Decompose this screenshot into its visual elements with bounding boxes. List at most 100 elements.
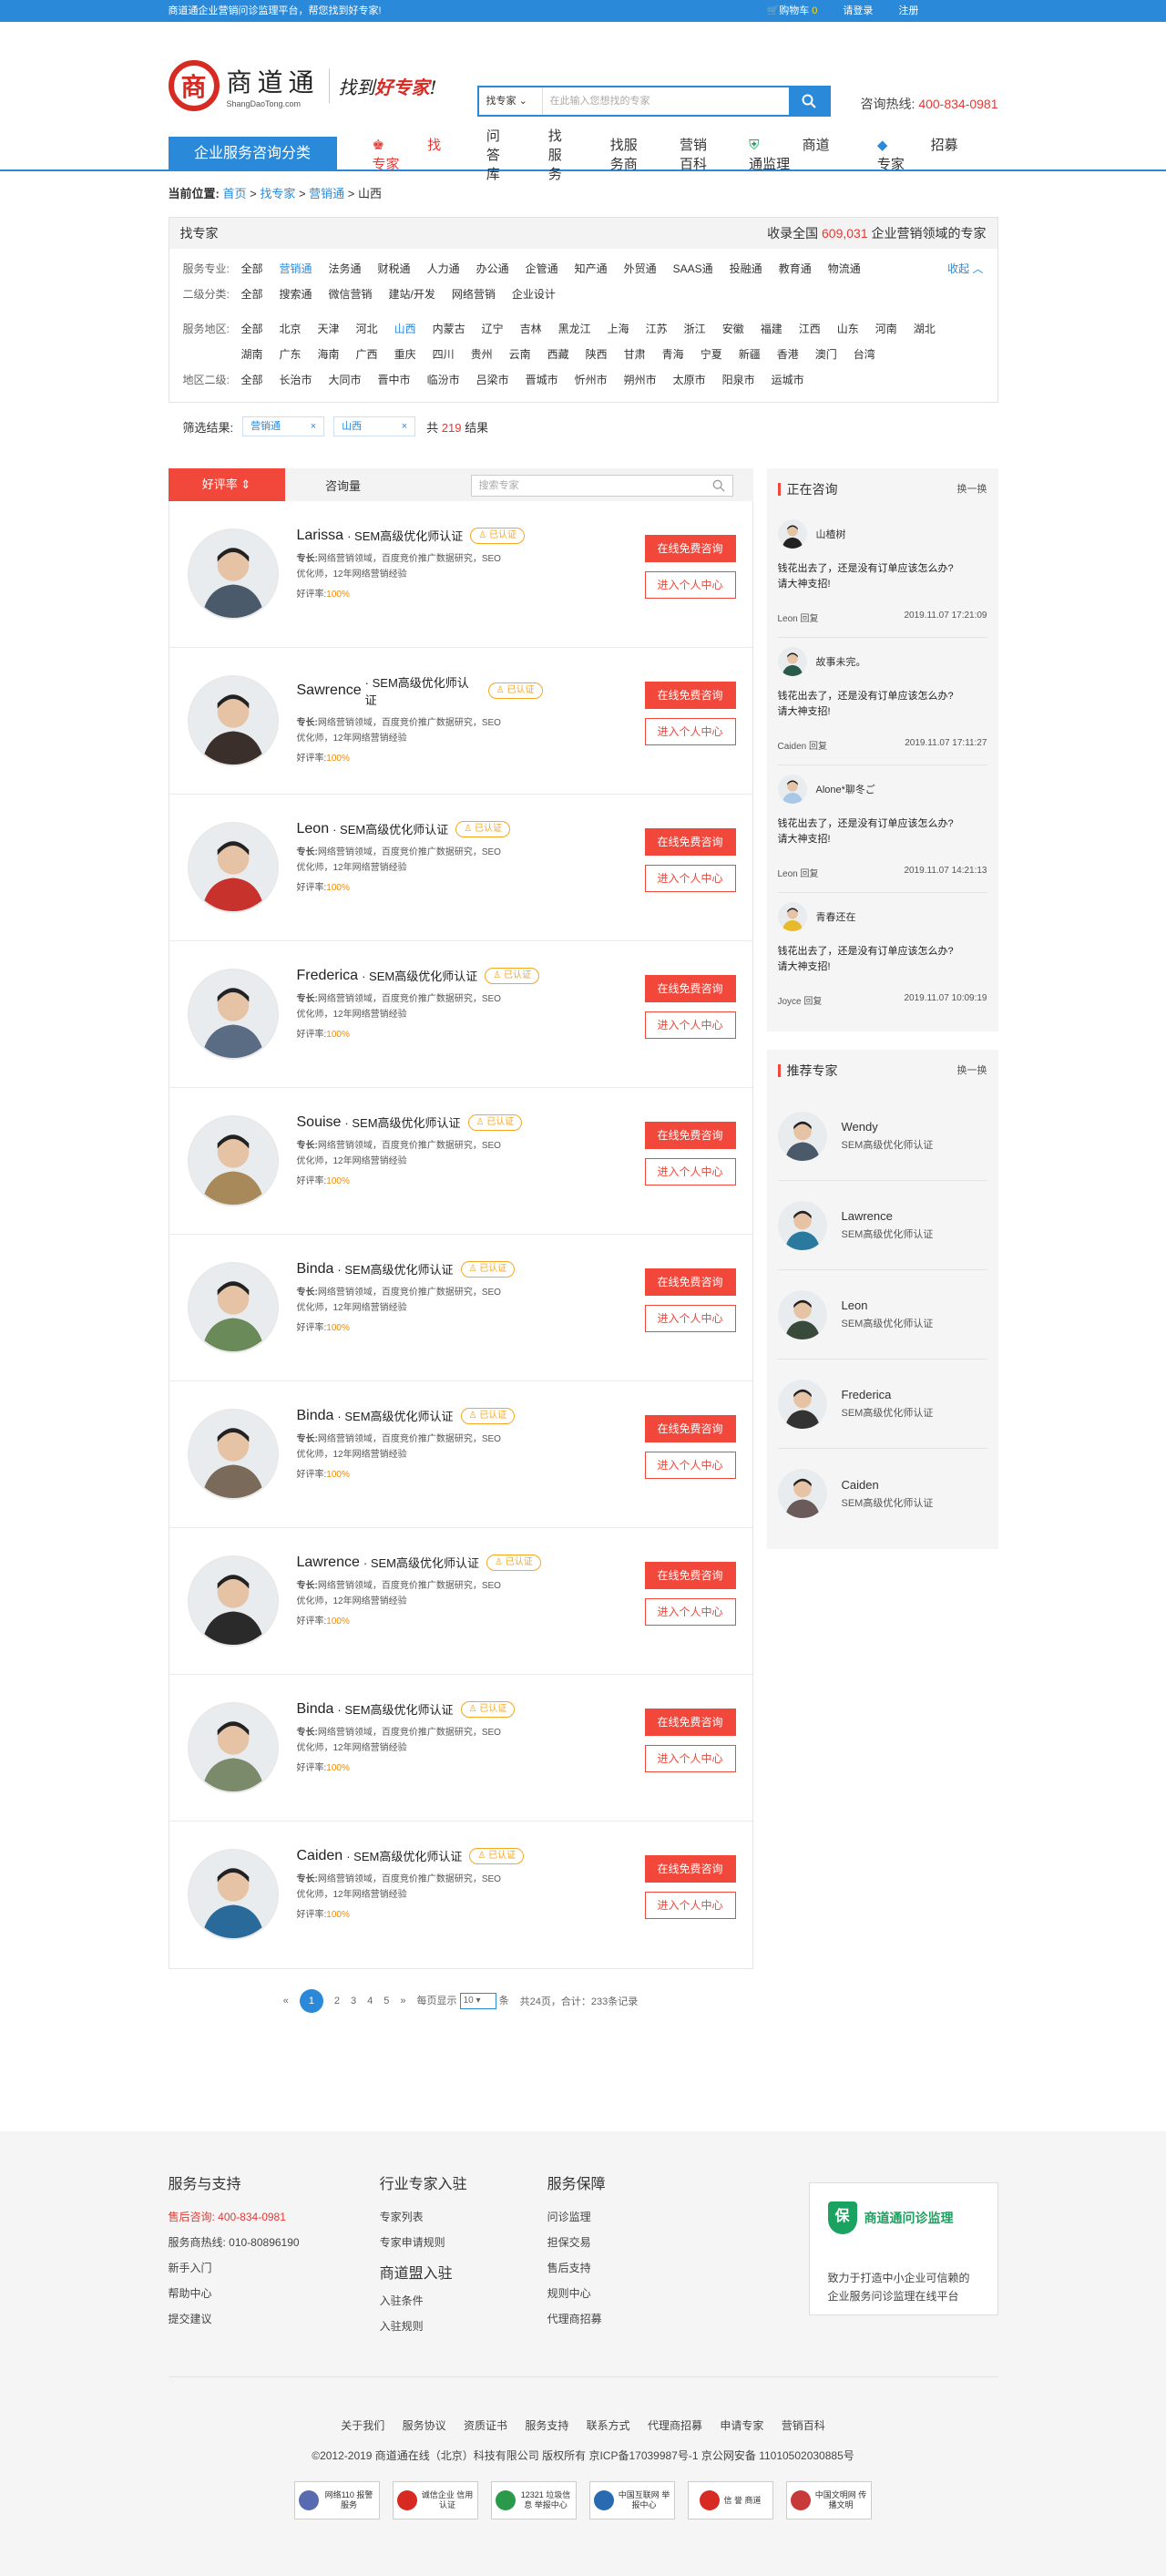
filter-option[interactable]: SAAS通 <box>673 256 713 282</box>
collapse-button[interactable]: 收起 ︿ <box>947 256 983 282</box>
filter-option[interactable]: 香港 <box>777 342 799 367</box>
breadcrumb-marketing[interactable]: 营销通 <box>309 187 344 200</box>
avatar[interactable] <box>187 1115 279 1206</box>
avatar[interactable] <box>187 1849 279 1940</box>
filter-option[interactable]: 全部 <box>241 282 263 307</box>
expert-name[interactable]: Frederica · SEM高级优化师认证 ♙ 已认证 <box>297 967 543 984</box>
filter-option[interactable]: 教育通 <box>779 256 812 282</box>
footer-link[interactable]: 提交建议 <box>169 2306 300 2332</box>
filter-option[interactable]: 财税通 <box>378 256 411 282</box>
filter-option[interactable]: 内蒙古 <box>433 316 465 342</box>
nav-wiki[interactable]: 营销百科 <box>680 135 710 173</box>
filter-option[interactable]: 陕西 <box>586 342 608 367</box>
footer-link[interactable]: 代理商招募 <box>547 2306 606 2332</box>
filter-option[interactable]: 山西 <box>394 316 416 342</box>
filter-option[interactable]: 微信营销 <box>329 282 373 307</box>
expert-name[interactable]: Binda · SEM高级优化师认证 ♙ 已认证 <box>297 1260 543 1278</box>
filter-tag[interactable]: 山西 × <box>333 416 416 436</box>
expert-name[interactable]: Caiden · SEM高级优化师认证 ♙ 已认证 <box>297 1847 543 1864</box>
expert-name[interactable]: Binda · SEM高级优化师认证 ♙ 已认证 <box>297 1700 543 1718</box>
filter-option[interactable]: 晋城市 <box>526 367 558 393</box>
footer-link[interactable]: 规则中心 <box>547 2281 606 2306</box>
filter-option[interactable]: 物流通 <box>828 256 861 282</box>
filter-option[interactable]: 浙江 <box>684 316 706 342</box>
filter-option[interactable]: 新疆 <box>739 342 761 367</box>
filter-option[interactable]: 忻州市 <box>575 367 608 393</box>
profile-button[interactable]: 进入个人中心 <box>644 718 736 745</box>
footer-link[interactable]: 专家申请规则 <box>380 2230 467 2255</box>
expert-search-input[interactable]: 搜索专家 <box>470 475 733 497</box>
filter-option[interactable]: 河南 <box>875 316 897 342</box>
filter-option[interactable]: 人力通 <box>427 256 460 282</box>
filter-option[interactable]: 吉林 <box>520 316 542 342</box>
expert-name[interactable]: Leon · SEM高级优化师认证 ♙ 已认证 <box>297 820 543 837</box>
footer-link[interactable]: 专家列表 <box>380 2204 467 2230</box>
filter-option[interactable]: 网络营销 <box>452 282 496 307</box>
filter-option[interactable]: 办公通 <box>476 256 509 282</box>
avatar[interactable] <box>187 675 279 766</box>
filter-option[interactable]: 江苏 <box>646 316 668 342</box>
filter-option[interactable]: 湖北 <box>914 316 936 342</box>
profile-button[interactable]: 进入个人中心 <box>644 1305 736 1332</box>
filter-option[interactable]: 黑龙江 <box>558 316 591 342</box>
trust-seal[interactable]: 12321 垃圾信息 举报中心 <box>491 2481 577 2520</box>
trust-seal[interactable]: 网络110 报警服务 <box>294 2481 380 2520</box>
avatar[interactable] <box>187 1409 279 1500</box>
login-link[interactable]: 请登录 <box>843 0 873 22</box>
site-logo[interactable]: 商 商道通 ShangDaoTong.com 找到好专家! <box>168 60 437 111</box>
filter-option[interactable]: 云南 <box>509 342 531 367</box>
breadcrumb-home[interactable]: 首页 <box>222 187 246 200</box>
page-1[interactable]: 1 <box>299 1989 323 2013</box>
consult-button[interactable]: 在线免费咨询 <box>644 1122 736 1149</box>
filter-option[interactable]: 海南 <box>318 342 340 367</box>
footer-link[interactable]: 服务支持 <box>525 2419 568 2432</box>
filter-option[interactable]: 营销通 <box>280 256 312 282</box>
consult-question[interactable]: 钱花出去了，还是没有订单应该怎么办? 请大神支招! <box>778 689 987 720</box>
trust-seal[interactable]: 中国互联网 举报中心 <box>589 2481 675 2520</box>
filter-option[interactable]: 山东 <box>837 316 859 342</box>
avatar[interactable] <box>187 1555 279 1647</box>
filter-option[interactable]: 知产通 <box>575 256 608 282</box>
page-4[interactable]: 4 <box>367 1996 373 2006</box>
filter-option[interactable]: 宁夏 <box>701 342 722 367</box>
filter-option[interactable]: 全部 <box>241 367 263 393</box>
footer-link[interactable]: 申请专家 <box>720 2419 763 2432</box>
filter-option[interactable]: 广西 <box>356 342 378 367</box>
trust-seal[interactable]: 中国文明网 传播文明 <box>786 2481 872 2520</box>
recommend-item[interactable]: Frederica SEM高级优化师认证 <box>777 1360 987 1449</box>
footer-link[interactable]: 售后支持 <box>547 2255 606 2281</box>
trust-seal[interactable]: 信 誉 商道 <box>688 2481 773 2520</box>
profile-button[interactable]: 进入个人中心 <box>644 865 736 892</box>
filter-option[interactable]: 外贸通 <box>624 256 657 282</box>
filter-option[interactable]: 河北 <box>356 316 378 342</box>
tab-consults[interactable]: 咨询量 <box>285 477 402 494</box>
filter-option[interactable]: 天津 <box>318 316 340 342</box>
avatar[interactable] <box>187 529 279 620</box>
avatar[interactable] <box>187 1262 279 1353</box>
filter-option[interactable]: 建站/开发 <box>389 282 435 307</box>
consult-button[interactable]: 在线免费咨询 <box>644 1709 736 1736</box>
filter-option[interactable]: 阳泉市 <box>722 367 755 393</box>
consult-question[interactable]: 钱花出去了，还是没有订单应该怎么办? 请大神支招! <box>778 561 987 592</box>
filter-option[interactable]: 长治市 <box>280 367 312 393</box>
cart-link[interactable]: 🛒购物车 0 <box>767 0 818 22</box>
filter-option[interactable]: 晋中市 <box>378 367 411 393</box>
footer-link[interactable]: 关于我们 <box>341 2419 384 2432</box>
nav-find-expert[interactable]: ♚ 找专家 <box>373 135 447 173</box>
profile-button[interactable]: 进入个人中心 <box>644 1452 736 1479</box>
breadcrumb-find-expert[interactable]: 找专家 <box>260 187 295 200</box>
footer-link[interactable]: 营销百科 <box>782 2419 825 2432</box>
filter-option[interactable]: 台湾 <box>854 342 875 367</box>
filter-option[interactable]: 搜索通 <box>280 282 312 307</box>
consult-button[interactable]: 在线免费咨询 <box>644 1415 736 1442</box>
recommend-refresh-button[interactable]: 换一换 <box>957 1050 987 1092</box>
profile-button[interactable]: 进入个人中心 <box>644 571 736 599</box>
consult-question[interactable]: 钱花出去了，还是没有订单应该怎么办? 请大神支招! <box>778 816 987 847</box>
footer-link[interactable]: 担保交易 <box>547 2230 606 2255</box>
consult-question[interactable]: 钱花出去了，还是没有订单应该怎么办? 请大神支招! <box>778 944 987 975</box>
tab-rating[interactable]: 好评率 ⇕ <box>168 468 285 501</box>
filter-option[interactable]: 西藏 <box>547 342 569 367</box>
filter-option[interactable]: 运城市 <box>772 367 804 393</box>
consult-refresh-button[interactable]: 换一换 <box>957 468 987 510</box>
recommend-item[interactable]: Lawrence SEM高级优化师认证 <box>777 1181 987 1270</box>
